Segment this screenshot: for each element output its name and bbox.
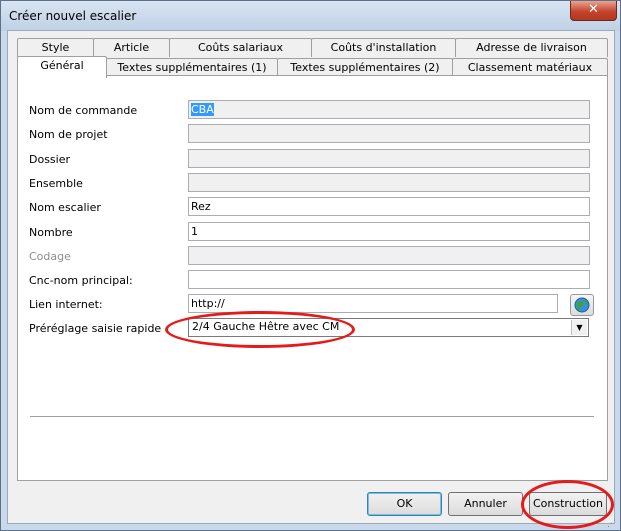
nom-escalier-field[interactable]: Rez <box>188 197 590 216</box>
dossier-field[interactable] <box>188 149 590 168</box>
globe-icon <box>574 297 590 313</box>
label-codage: Codage <box>29 250 71 263</box>
label-cnc-nom: Cnc-nom principal: <box>29 274 133 287</box>
chevron-down-icon[interactable]: ▼ <box>571 320 587 335</box>
tab-style[interactable]: Style <box>17 38 94 57</box>
nom-commande-field[interactable]: CBA <box>188 100 590 119</box>
construction-button[interactable]: Construction <box>529 492 607 516</box>
separator <box>30 416 594 418</box>
tab-article[interactable]: Article <box>93 38 170 57</box>
annuler-button[interactable]: Annuler <box>448 492 523 516</box>
codage-field <box>188 246 590 265</box>
nom-projet-field[interactable] <box>188 124 590 143</box>
tab-couts-salariaux[interactable]: Coûts salariaux <box>169 38 312 57</box>
open-link-button[interactable] <box>570 294 594 316</box>
label-dossier: Dossier <box>29 153 71 166</box>
ok-button[interactable]: OK <box>367 492 442 516</box>
title-bar[interactable]: Créer nouvel escalier ✕ <box>1 1 620 31</box>
tab-couts-installation[interactable]: Coûts d'installation <box>311 38 456 57</box>
window-title: Créer nouvel escalier <box>9 9 137 23</box>
label-nom-commande: Nom de commande <box>29 104 138 117</box>
preset-select[interactable]: 2/4 Gauche Hêtre avec CM ▼ <box>188 318 589 337</box>
resize-grip-icon[interactable]: ⋰ <box>607 519 616 529</box>
label-nom-projet: Nom de projet <box>29 128 108 141</box>
cnc-nom-field[interactable] <box>188 270 590 289</box>
lien-internet-field[interactable]: http:// <box>188 294 558 313</box>
label-nombre: Nombre <box>29 226 73 239</box>
close-button[interactable]: ✕ <box>570 1 617 21</box>
label-preset: Préréglage saisie rapide <box>29 322 162 335</box>
preset-value: 2/4 Gauche Hêtre avec CM <box>192 320 340 333</box>
label-lien-internet: Lien internet: <box>29 298 103 311</box>
label-nom-escalier: Nom escalier <box>29 201 101 214</box>
label-ensemble: Ensemble <box>29 177 83 190</box>
nom-commande-value: CBA <box>191 103 214 116</box>
nombre-field[interactable]: 1 <box>188 222 590 241</box>
tab-general[interactable]: Général <box>17 56 107 78</box>
tab-adresse-livraison[interactable]: Adresse de livraison <box>455 38 608 57</box>
ensemble-field[interactable] <box>188 173 590 192</box>
close-icon: ✕ <box>588 2 599 17</box>
